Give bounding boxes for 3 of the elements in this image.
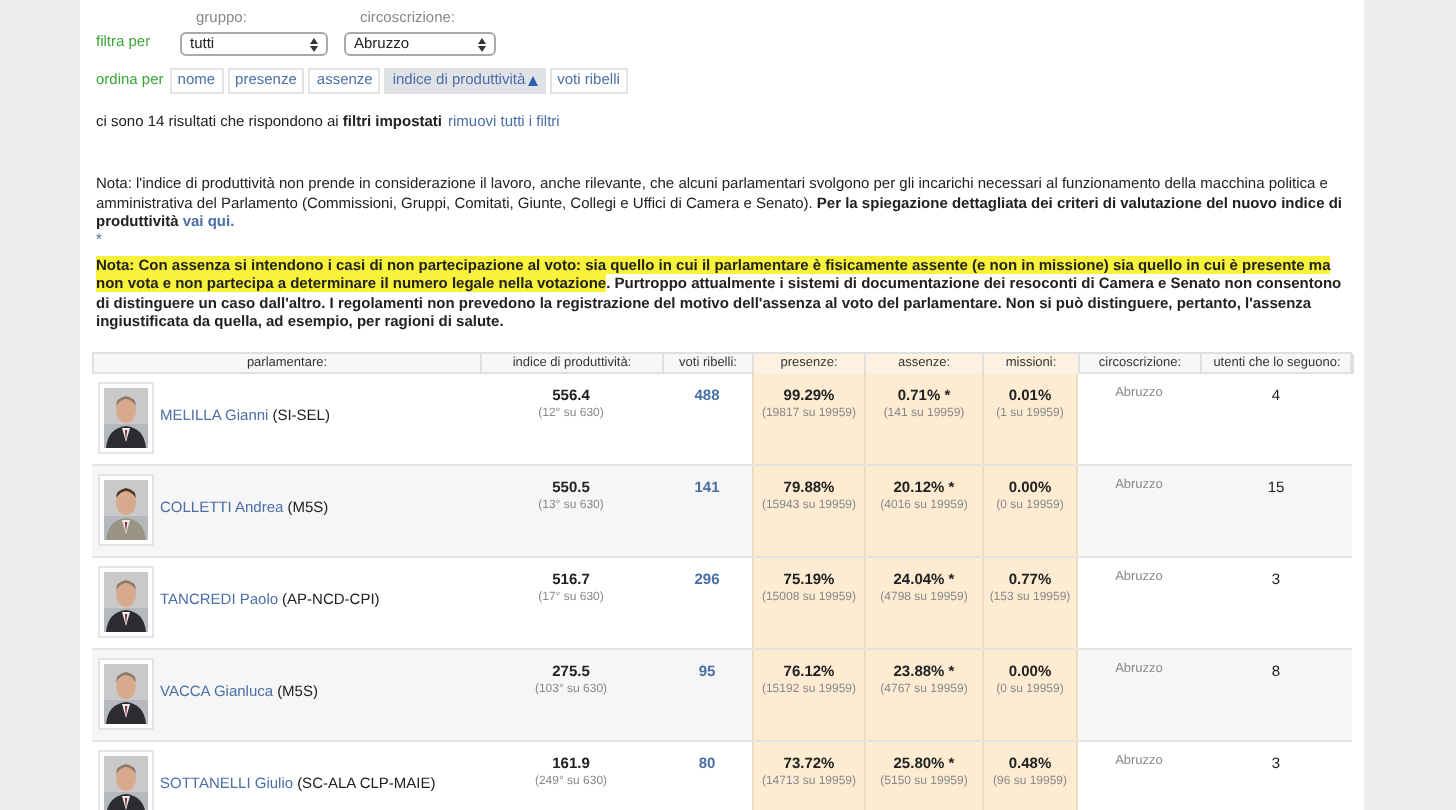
sort-arrow-icon (527, 75, 538, 85)
updown-caret-icon (310, 37, 318, 51)
updown-caret-icon (478, 37, 486, 51)
